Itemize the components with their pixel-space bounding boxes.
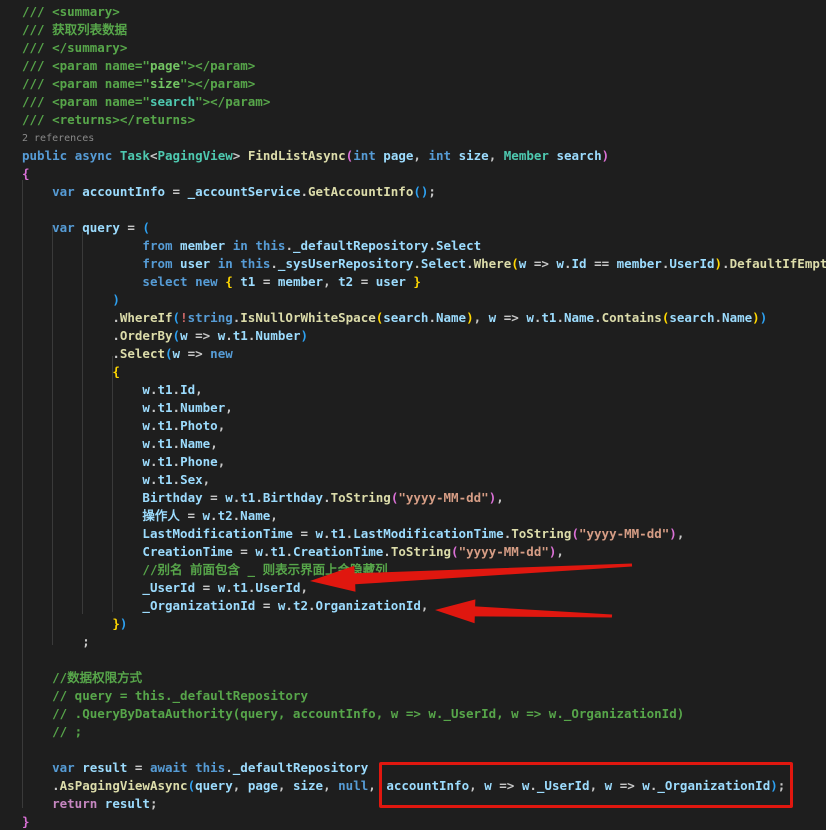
code-editor[interactable]: /// <summary>/// 获取列表数据/// </summary>///… (0, 0, 826, 830)
code-line[interactable]: var accountInfo = _accountService.GetAcc… (0, 183, 826, 201)
code-line[interactable]: } (0, 813, 826, 830)
code-line[interactable]: w.t1.Name, (0, 435, 826, 453)
code-line[interactable]: from user in this._sysUserRepository.Sel… (0, 255, 826, 273)
code-line[interactable]: // .QueryByDataAuthority(query, accountI… (0, 705, 826, 723)
code-line[interactable]: LastModificationTime = w.t1.LastModifica… (0, 525, 826, 543)
code-line[interactable]: /// <returns></returns> (0, 111, 826, 129)
code-line[interactable]: //别名 前面包含 _ 则表示界面上会隐藏列 (0, 561, 826, 579)
code-line[interactable]: public async Task<PagingView> FindListAs… (0, 147, 826, 165)
code-line[interactable]: // query = this._defaultRepository (0, 687, 826, 705)
code-area[interactable]: /// <summary>/// 获取列表数据/// </summary>///… (0, 3, 826, 830)
code-line[interactable]: /// </summary> (0, 39, 826, 57)
code-line[interactable]: .AsPagingViewAsync(query, page, size, nu… (0, 777, 826, 795)
code-line[interactable] (0, 201, 826, 219)
code-line[interactable]: .OrderBy(w => w.t1.Number) (0, 327, 826, 345)
code-line[interactable]: //数据权限方式 (0, 669, 826, 687)
code-line[interactable]: select new { t1 = member, t2 = user } (0, 273, 826, 291)
code-line[interactable]: ; (0, 633, 826, 651)
code-line[interactable]: 操作人 = w.t2.Name, (0, 507, 826, 525)
code-line[interactable] (0, 741, 826, 759)
code-line[interactable]: ) (0, 291, 826, 309)
code-line[interactable]: /// <param name="search"></param> (0, 93, 826, 111)
code-line[interactable]: { (0, 165, 826, 183)
code-line[interactable]: .Select(w => new (0, 345, 826, 363)
code-line[interactable]: // ; (0, 723, 826, 741)
codelens-references[interactable]: 2 references (0, 129, 826, 147)
code-line[interactable]: /// <summary> (0, 3, 826, 21)
code-line[interactable]: _UserId = w.t1.UserId, (0, 579, 826, 597)
code-line[interactable]: var query = ( (0, 219, 826, 237)
code-line[interactable]: w.t1.Id, (0, 381, 826, 399)
code-line[interactable]: Birthday = w.t1.Birthday.ToString("yyyy-… (0, 489, 826, 507)
code-line[interactable]: _OrganizationId = w.t2.OrganizationId, (0, 597, 826, 615)
code-line[interactable]: w.t1.Sex, (0, 471, 826, 489)
code-line[interactable]: w.t1.Phone, (0, 453, 826, 471)
code-line[interactable]: /// <param name="size"></param> (0, 75, 826, 93)
code-line[interactable]: }) (0, 615, 826, 633)
code-line[interactable]: w.t1.Number, (0, 399, 826, 417)
annotation-box: accountInfo, w => w._UserId, w => w._Org… (379, 762, 793, 808)
code-line[interactable]: { (0, 363, 826, 381)
code-line[interactable] (0, 651, 826, 669)
code-line[interactable]: /// 获取列表数据 (0, 21, 826, 39)
code-line[interactable]: .WhereIf(!string.IsNullOrWhiteSpace(sear… (0, 309, 826, 327)
code-line[interactable]: /// <param name="page"></param> (0, 57, 826, 75)
code-line[interactable]: CreationTime = w.t1.CreationTime.ToStrin… (0, 543, 826, 561)
code-line[interactable]: from member in this._defaultRepository.S… (0, 237, 826, 255)
code-line[interactable]: w.t1.Photo, (0, 417, 826, 435)
